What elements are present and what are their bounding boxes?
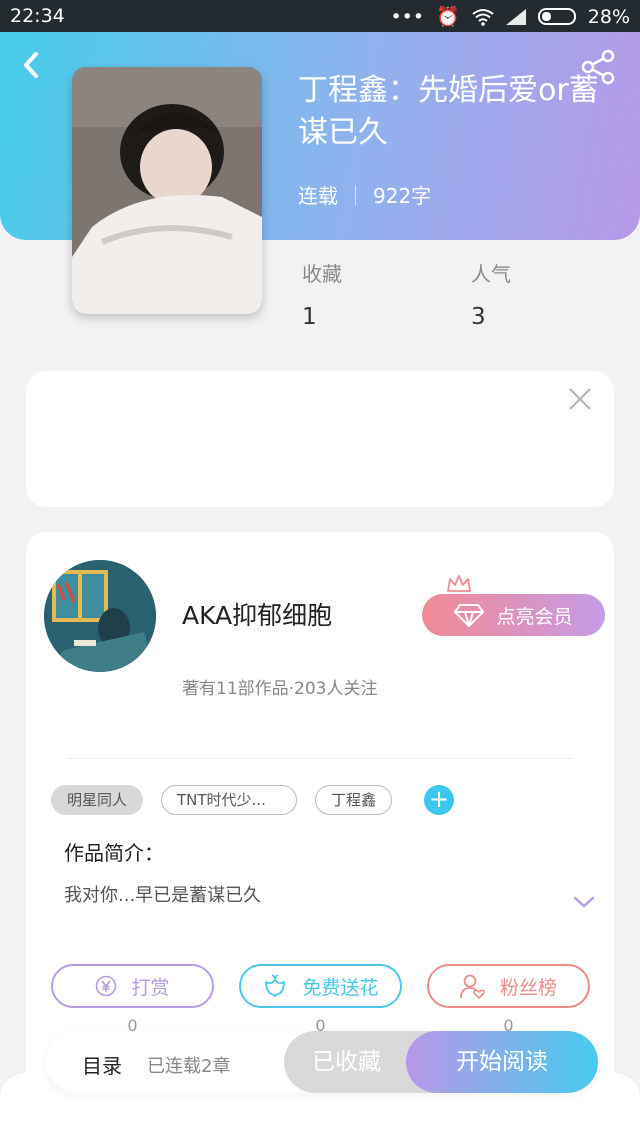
book-meta: 连载 922字 (298, 180, 431, 209)
tag-item[interactable]: 丁程鑫 (315, 785, 393, 815)
detail-card: AKA抑郁细胞 点亮会员 著有11部作品·203人关注 明星同人 TNT时代少.… (26, 532, 614, 1092)
stat-label: 人气 (471, 262, 511, 286)
book-status: 连载 (298, 184, 338, 208)
add-tag-button[interactable]: + (424, 785, 455, 815)
stat-value: 3 (471, 304, 486, 330)
yen-icon (96, 975, 117, 997)
intro-label: 作品简介： (64, 841, 164, 865)
close-icon (569, 388, 591, 410)
book-title: 丁程鑫：先婚后爱or蓄谋已久 (298, 73, 599, 150)
status-time: 22:34 (10, 5, 65, 27)
diamond-icon (454, 604, 485, 627)
chevron-down-icon (573, 896, 595, 908)
toc-button[interactable]: 目录 (82, 1050, 122, 1079)
tip-button[interactable]: 打赏 (51, 964, 214, 1008)
meta-divider (355, 184, 356, 205)
bottom-action-bar: 目录 已连载2章 已收藏 开始阅读 (46, 1031, 598, 1093)
user-heart-icon (460, 974, 485, 999)
stat-label: 收藏 (302, 262, 342, 286)
divider (66, 758, 574, 759)
vip-button[interactable]: 点亮会员 (422, 594, 605, 636)
chevron-left-icon (24, 52, 38, 78)
tag-list: 明星同人 TNT时代少... 丁程鑫 + (51, 785, 455, 815)
battery-icon (537, 8, 576, 25)
action-label: 打赏 (131, 976, 170, 999)
author-name[interactable]: AKA抑郁细胞 (182, 596, 332, 632)
fan-ranking-button[interactable]: 粉丝榜 (427, 964, 590, 1008)
book-cover[interactable] (72, 67, 262, 314)
battery-level: 28% (587, 5, 630, 28)
dots-icon: ••• (390, 5, 425, 28)
send-flower-button[interactable]: 免费送花 (239, 964, 402, 1008)
stat-popularity: 人气 3 (471, 258, 511, 330)
action-label: 免费送花 (302, 976, 379, 999)
tag-item[interactable]: 明星同人 (51, 785, 144, 815)
intro-text: 我对你...早已是蓄谋已久 (64, 885, 262, 906)
ad-card (26, 371, 614, 507)
stat-collections: 收藏 1 (302, 258, 342, 330)
cover-image (72, 67, 262, 314)
author-summary: 著有11部作品·203人关注 (182, 679, 378, 699)
wifi-icon (472, 8, 494, 26)
start-reading-button[interactable]: 开始阅读 (406, 1031, 598, 1093)
back-button[interactable] (18, 48, 58, 88)
action-row: 打赏 免费送花 粉丝榜 0 0 0 (51, 964, 591, 1035)
vip-label: 点亮会员 (496, 605, 573, 628)
tag-item[interactable]: TNT时代少... (161, 785, 298, 815)
action-label: 粉丝榜 (499, 976, 557, 999)
chapter-count[interactable]: 已连载2章 (147, 1052, 230, 1078)
signal-icon (505, 8, 526, 25)
status-bar: 22:34 ••• ⏰ 28% (0, 0, 640, 32)
avatar-image (44, 560, 156, 672)
close-button[interactable] (566, 385, 594, 413)
crown-icon (447, 575, 471, 592)
expand-button[interactable] (572, 894, 596, 910)
book-word-count: 922字 (373, 184, 432, 208)
author-avatar[interactable] (44, 560, 156, 672)
plus-icon: + (428, 785, 450, 813)
stat-value: 1 (302, 304, 317, 330)
status-icons: ••• ⏰ 28% (390, 5, 630, 29)
alarm-icon: ⏰ (436, 6, 460, 28)
flower-icon (265, 974, 286, 997)
